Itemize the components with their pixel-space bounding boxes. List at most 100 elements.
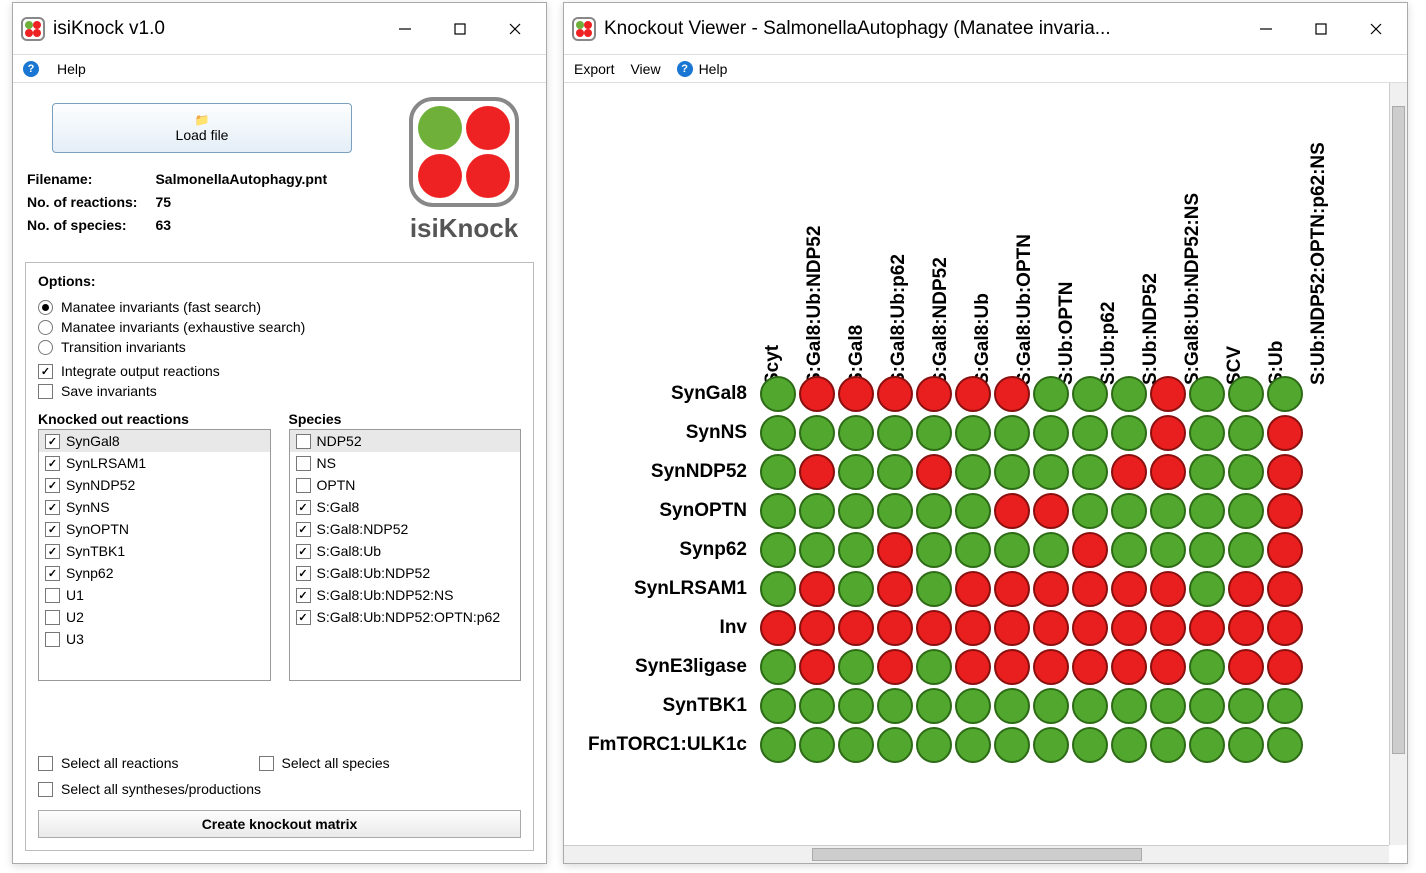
list-item[interactable]: S:Gal8:Ub <box>290 540 521 562</box>
list-check[interactable] <box>45 522 60 537</box>
list-item[interactable]: SynOPTN <box>39 518 270 540</box>
list-check[interactable] <box>45 632 60 647</box>
list-item[interactable]: SynLRSAM1 <box>39 452 270 474</box>
list-check[interactable] <box>45 456 60 471</box>
options-header: Options: <box>38 273 521 289</box>
matrix-cell <box>1072 649 1108 685</box>
matrix-cell <box>1033 376 1069 412</box>
matrix-cell <box>877 727 913 763</box>
list-item[interactable]: SynNS <box>39 496 270 518</box>
list-item-label: SynTBK1 <box>66 543 125 559</box>
list-check[interactable] <box>45 588 60 603</box>
matrix-cell <box>1228 454 1264 490</box>
matrix-cell <box>799 649 835 685</box>
reactions-listbox[interactable]: SynGal8SynLRSAM1SynNDP52SynNSSynOPTN SynT… <box>38 429 271 681</box>
matrix-cell <box>838 454 874 490</box>
list-check[interactable] <box>296 478 311 493</box>
titlebar: isiKnock v1.0 <box>13 3 546 55</box>
close-button[interactable] <box>1348 9 1403 49</box>
species-listbox[interactable]: NDP52NSOPTNS:Gal8S:Gal8:NDP52S:Gal8:UbS:… <box>289 429 522 681</box>
list-check[interactable] <box>296 588 311 603</box>
matrix-cell <box>1072 610 1108 646</box>
matrix-cell <box>877 532 913 568</box>
below-check-0[interactable] <box>38 756 53 771</box>
list-check[interactable] <box>45 610 60 625</box>
list-item[interactable]: OPTN <box>290 474 521 496</box>
option-check-0[interactable] <box>38 364 53 379</box>
list-item[interactable]: S:Gal8:Ub:NDP52:NS <box>290 584 521 606</box>
list-check[interactable] <box>45 566 60 581</box>
list-check[interactable] <box>45 500 60 515</box>
list-check[interactable] <box>296 500 311 515</box>
maximize-button[interactable] <box>1293 9 1348 49</box>
list-check[interactable] <box>296 566 311 581</box>
matrix-col-label: S:Ub:OPTN <box>1056 282 1078 385</box>
minimize-button[interactable] <box>1238 9 1293 49</box>
below-check-2[interactable] <box>38 782 53 797</box>
list-check[interactable] <box>45 434 60 449</box>
vertical-scrollbar[interactable] <box>1389 83 1407 845</box>
matrix-cell <box>1111 376 1147 412</box>
menu-export[interactable]: Export <box>574 61 614 77</box>
below-check-1[interactable] <box>259 756 274 771</box>
list-item[interactable]: NS <box>290 452 521 474</box>
menu-help[interactable]: Help <box>699 61 728 77</box>
matrix-cell <box>955 493 991 529</box>
matrix-row-label: Synp62 <box>567 532 757 568</box>
list-item[interactable]: S:Gal8:NDP52 <box>290 518 521 540</box>
load-file-button[interactable]: 📁 Load file <box>52 103 352 153</box>
matrix-cell <box>1267 688 1303 724</box>
matrix-cell <box>1033 688 1069 724</box>
list-check[interactable] <box>296 522 311 537</box>
list-check[interactable] <box>296 610 311 625</box>
list-item[interactable]: SynNDP52 <box>39 474 270 496</box>
radio-option-0[interactable] <box>38 300 53 315</box>
matrix-cell <box>916 454 952 490</box>
help-icon: ? <box>23 61 39 77</box>
matrix-cell <box>877 493 913 529</box>
radio-option-2[interactable] <box>38 340 53 355</box>
list-item[interactable]: NDP52 <box>290 430 521 452</box>
close-button[interactable] <box>487 9 542 49</box>
logo-icon <box>409 97 519 207</box>
list-check[interactable] <box>45 544 60 559</box>
list-item[interactable]: S:Gal8 <box>290 496 521 518</box>
matrix-cell <box>1228 493 1264 529</box>
matrix-cell <box>1033 415 1069 451</box>
matrix-cell <box>1228 649 1264 685</box>
radio-option-1[interactable] <box>38 320 53 335</box>
matrix-cell <box>994 454 1030 490</box>
list-item[interactable]: SynTBK1 <box>39 540 270 562</box>
check-label: Save invariants <box>61 383 157 399</box>
matrix-cell <box>877 415 913 451</box>
list-item[interactable]: U2 <box>39 606 270 628</box>
list-item[interactable]: S:Gal8:Ub:NDP52 <box>290 562 521 584</box>
option-check-1[interactable] <box>38 384 53 399</box>
menu-view[interactable]: View <box>630 61 660 77</box>
minimize-button[interactable] <box>377 9 432 49</box>
matrix-cell <box>1189 649 1225 685</box>
knockout-viewer-window: Knockout Viewer - SalmonellaAutophagy (M… <box>563 2 1408 864</box>
matrix-cell <box>955 376 991 412</box>
list-item[interactable]: S:Gal8:Ub:NDP52:OPTN:p62 <box>290 606 521 628</box>
matrix-cell <box>838 610 874 646</box>
horizontal-scrollbar[interactable] <box>564 845 1389 863</box>
create-knockout-button[interactable]: Create knockout matrix <box>38 810 521 838</box>
list-check[interactable] <box>296 434 311 449</box>
list-check[interactable] <box>296 544 311 559</box>
matrix-cell <box>1267 571 1303 607</box>
matrix-cell <box>916 415 952 451</box>
list-item[interactable]: U3 <box>39 628 270 650</box>
list-check[interactable] <box>296 456 311 471</box>
menu-help[interactable]: Help <box>57 61 86 77</box>
matrix-cell <box>1072 571 1108 607</box>
list-item[interactable]: SynGal8 <box>39 430 270 452</box>
matrix-cell <box>916 532 952 568</box>
matrix-cell <box>1267 376 1303 412</box>
maximize-button[interactable] <box>432 9 487 49</box>
list-check[interactable] <box>45 478 60 493</box>
list-item[interactable]: Synp62 <box>39 562 270 584</box>
matrix-cell <box>760 454 796 490</box>
list-item[interactable]: U1 <box>39 584 270 606</box>
list-item-label: U3 <box>66 631 84 647</box>
